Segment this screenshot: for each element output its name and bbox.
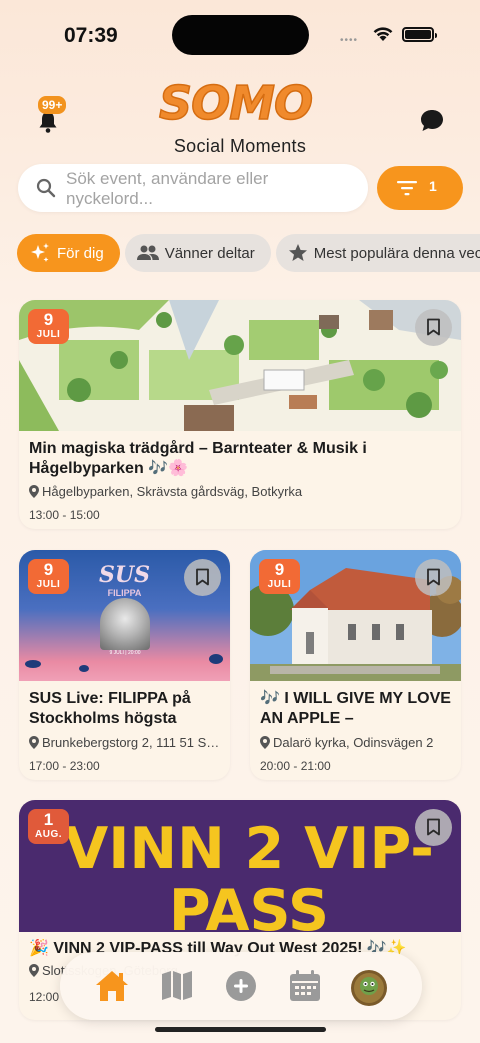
bookmark-button[interactable] xyxy=(415,309,452,346)
chip-vanner-deltar[interactable]: Vänner deltar xyxy=(124,234,271,272)
event-title: SUS Live: FILIPPA på Stockholms högsta l… xyxy=(29,690,191,727)
event-time: 17:00 - 23:00 xyxy=(29,759,100,773)
dynamic-island xyxy=(172,15,309,55)
bookmark-button[interactable] xyxy=(415,559,452,596)
chip-mest-populara[interactable]: Mest populära denna vecka xyxy=(275,234,480,272)
nav-add[interactable] xyxy=(224,969,258,1003)
nav-profile[interactable] xyxy=(350,969,387,1006)
app-subtitle: Social Moments xyxy=(173,136,307,156)
event-card[interactable]: 9 JULI 🎶 I WILL GIVE MY LOVE AN APPLE – … xyxy=(250,550,461,780)
battery-icon xyxy=(402,27,437,42)
event-time: 13:00 - 15:00 xyxy=(29,508,100,522)
chip-label: Vänner deltar xyxy=(164,244,255,262)
event-image: VINN 2 VIP-PASS xyxy=(19,800,461,932)
chip-for-dig[interactable]: För dig xyxy=(17,234,120,272)
date-badge: 9 JULI xyxy=(28,309,69,344)
event-location: Dalarö kyrka, Odinsvägen 2 xyxy=(260,735,453,750)
status-bar: 07:39 •••• xyxy=(0,0,480,70)
bookmark-icon xyxy=(196,568,209,586)
filter-icon xyxy=(397,181,417,196)
category-chips: För dig Vänner deltar Mest populära denn… xyxy=(17,234,480,272)
location-pin-icon xyxy=(29,736,39,749)
wifi-icon xyxy=(373,27,393,41)
filter-count: 1 xyxy=(429,178,437,194)
promo-text: VINN 2 VIP-PASS xyxy=(64,816,434,932)
event-title: Min magiska trädgård – Barnteater & Musi… xyxy=(29,440,367,477)
event-card[interactable]: 9 JULI Min magiska trädgård – Barnteater… xyxy=(19,300,461,529)
nav-home[interactable] xyxy=(94,969,128,1003)
map-icon xyxy=(162,971,192,1000)
event-image xyxy=(19,300,461,431)
calendar-icon xyxy=(290,970,320,1001)
date-badge: 9 JULI xyxy=(28,559,69,594)
bottom-nav xyxy=(60,952,422,1020)
date-badge: 1 AUG. xyxy=(28,809,69,844)
star-icon xyxy=(288,244,307,261)
filter-button[interactable]: 1 xyxy=(377,166,463,210)
bookmark-button[interactable] xyxy=(415,809,452,846)
add-icon xyxy=(226,971,256,1001)
location-pin-icon xyxy=(29,964,39,977)
location-pin-icon xyxy=(29,485,39,498)
event-location: Brunkebergstorg 2, 111 51 Stockholm xyxy=(29,735,222,750)
bookmark-icon xyxy=(427,318,440,336)
date-badge: 9 JULI xyxy=(259,559,300,594)
bookmark-icon xyxy=(427,568,440,586)
somo-logo: SOMO xyxy=(158,75,314,131)
search-input[interactable]: Sök event, användare eller nyckelord... xyxy=(18,164,368,212)
bookmark-button[interactable] xyxy=(184,559,221,596)
home-icon xyxy=(96,971,128,1001)
sparkles-icon xyxy=(31,243,49,262)
chat-icon[interactable] xyxy=(419,108,445,134)
status-time: 07:39 xyxy=(64,24,118,47)
people-icon xyxy=(136,245,159,260)
search-placeholder: Sök event, användare eller nyckelord... xyxy=(66,169,269,208)
event-time: 12:00 xyxy=(29,990,60,1004)
image-date: 9 JULI | 20:00 xyxy=(109,650,141,656)
event-location: Hågelbyparken, Skrävsta gårdsväg, Botkyr… xyxy=(29,484,449,499)
home-indicator xyxy=(155,1027,326,1032)
nav-map[interactable] xyxy=(160,969,194,1003)
search-icon xyxy=(36,178,56,198)
chip-label: Mest populära denna vecka xyxy=(313,244,480,262)
artist-photo xyxy=(100,598,150,650)
notification-badge: 99+ xyxy=(38,96,67,114)
bookmark-icon xyxy=(427,818,440,836)
location-pin-icon xyxy=(260,736,270,749)
event-title: 🎶 I WILL GIVE MY LOVE AN APPLE – Sommarm… xyxy=(260,690,451,727)
profile-avatar xyxy=(351,970,387,1006)
event-card[interactable]: SUS FILIPPA 9 JULI | 20:00 9 JULI SUS Li… xyxy=(19,550,230,780)
signal-dots: •••• xyxy=(340,35,359,46)
chip-label: För dig xyxy=(57,244,104,262)
event-time: 20:00 - 21:00 xyxy=(260,759,331,773)
nav-calendar[interactable] xyxy=(288,969,322,1003)
